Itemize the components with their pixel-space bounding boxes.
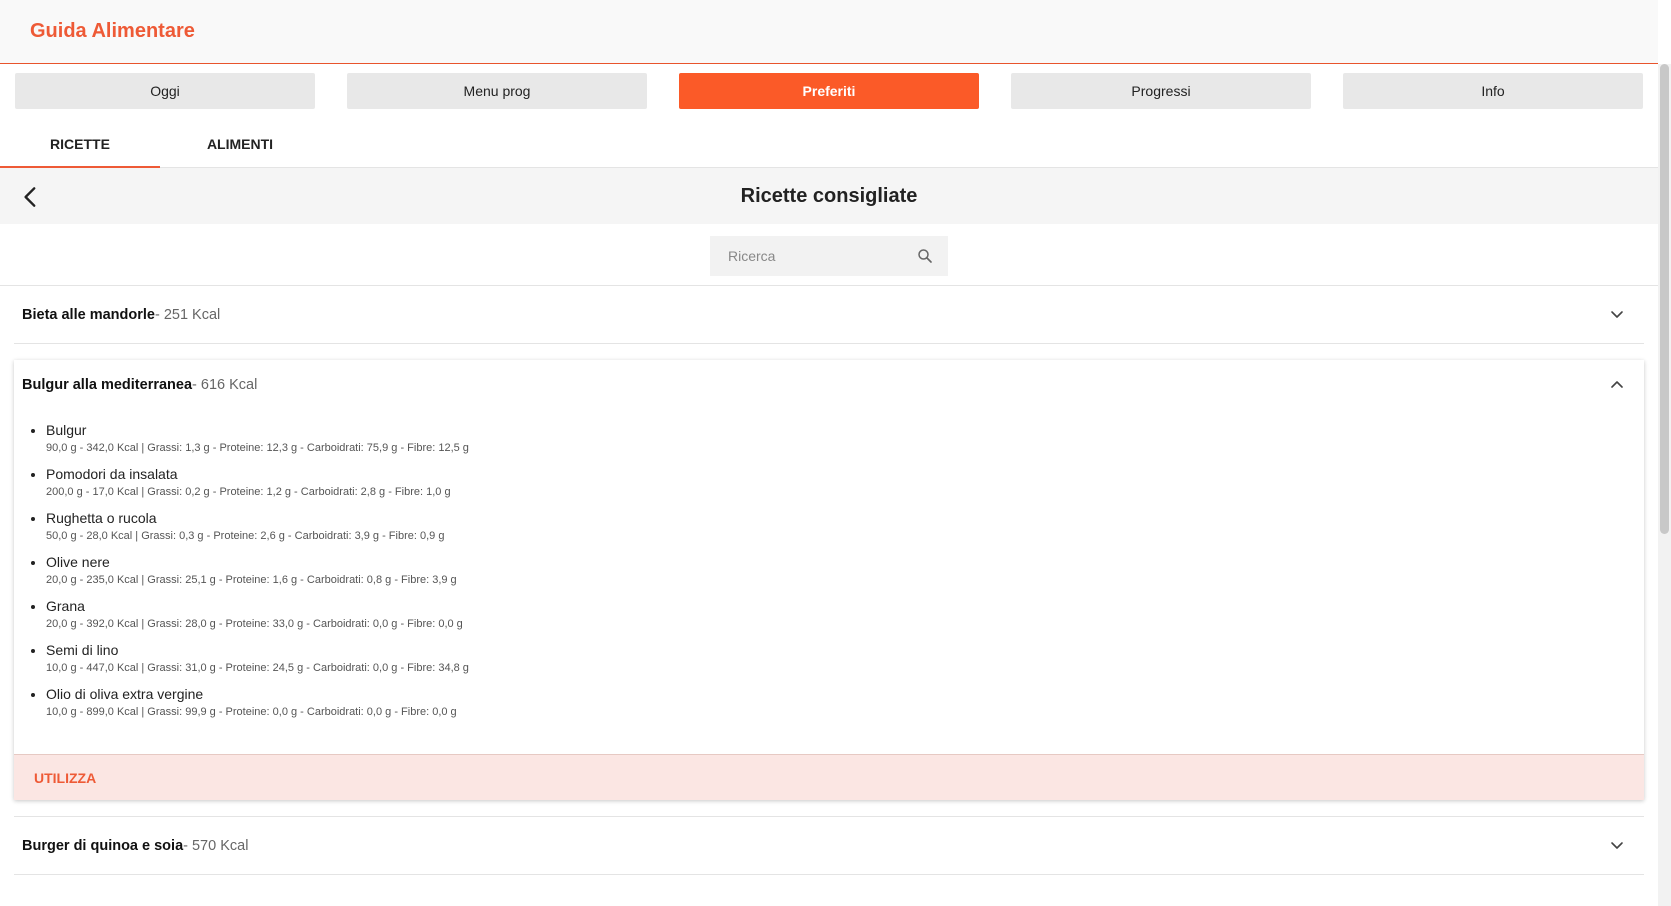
ingredient-detail: 20,0 g - 235,0 Kcal | Grassi: 25,1 g - P… bbox=[46, 574, 457, 586]
recipe-kcal: - 570 Kcal bbox=[183, 837, 249, 854]
ingredient-item: Grana 20,0 g - 392,0 Kcal | Grassi: 28,0… bbox=[46, 596, 1644, 632]
ingredient-name: Olive nere bbox=[46, 554, 110, 570]
recipe-list: Bieta alle mandorle - 251 Kcal Bulgur al… bbox=[0, 286, 1658, 875]
tab-bar: RICETTE ALIMENTI bbox=[0, 120, 1658, 168]
ingredient-name: Olio di oliva extra vergine bbox=[46, 686, 204, 702]
search-section bbox=[0, 224, 1658, 286]
scrollbar-thumb[interactable] bbox=[1660, 64, 1669, 534]
recipe-name: Bieta alle mandorle bbox=[22, 306, 155, 323]
ingredient-detail: 10,0 g - 899,0 Kcal | Grassi: 99,9 g - P… bbox=[46, 706, 457, 718]
ingredient-section: Bulgur 90,0 g - 342,0 Kcal | Grassi: 1,3… bbox=[14, 410, 1644, 754]
search-box bbox=[710, 236, 948, 276]
scrollbar[interactable] bbox=[1658, 64, 1671, 906]
recipe-name: Bulgur alla mediterranea bbox=[22, 377, 193, 393]
ingredient-name: Semi di lino bbox=[46, 642, 119, 658]
main-nav: Oggi Menu prog Preferiti Progressi Info bbox=[0, 64, 1658, 113]
ingredient-list: Bulgur 90,0 g - 342,0 Kcal | Grassi: 1,3… bbox=[14, 420, 1644, 720]
page-header: Ricette consigliate bbox=[0, 168, 1658, 224]
recipe-item[interactable]: Burger di quinoa e soia - 570 Kcal bbox=[14, 816, 1644, 875]
tab-ricette[interactable]: RICETTE bbox=[0, 120, 160, 168]
recipe-item[interactable]: Bieta alle mandorle - 251 Kcal bbox=[14, 286, 1644, 344]
use-recipe-button[interactable]: UTILIZZA bbox=[34, 770, 96, 786]
ingredient-item: Bulgur 90,0 g - 342,0 Kcal | Grassi: 1,3… bbox=[46, 420, 1644, 456]
recipe-item[interactable]: Bulgur alla mediterranea - 616 Kcal bbox=[14, 360, 1644, 410]
ingredient-detail: 10,0 g - 447,0 Kcal | Grassi: 31,0 g - P… bbox=[46, 662, 469, 674]
page-title: Ricette consigliate bbox=[740, 184, 918, 207]
nav-preferiti-button[interactable]: Preferiti bbox=[679, 73, 979, 109]
ingredient-item: Pomodori da insalata 200,0 g - 17,0 Kcal… bbox=[46, 464, 1644, 500]
ingredient-detail: 90,0 g - 342,0 Kcal | Grassi: 1,3 g - Pr… bbox=[46, 442, 469, 454]
ingredient-name: Bulgur bbox=[46, 422, 87, 438]
chevron-up-icon[interactable] bbox=[1610, 379, 1624, 391]
chevron-down-icon[interactable] bbox=[1610, 840, 1624, 852]
recipe-name: Burger di quinoa e soia bbox=[22, 837, 184, 854]
ingredient-item: Rughetta o rucola 50,0 g - 28,0 Kcal | G… bbox=[46, 508, 1644, 544]
ingredient-item: Semi di lino 10,0 g - 447,0 Kcal | Grass… bbox=[46, 640, 1644, 676]
app: Guida Alimentare Oggi Menu prog Preferit… bbox=[0, 0, 1658, 906]
chevron-down-icon[interactable] bbox=[1610, 309, 1624, 321]
ingredient-name: Rughetta o rucola bbox=[46, 510, 157, 526]
card-actions: UTILIZZA bbox=[14, 754, 1644, 800]
search-icon[interactable] bbox=[916, 247, 934, 265]
ingredient-name: Grana bbox=[46, 598, 85, 614]
nav-oggi-button[interactable]: Oggi bbox=[15, 73, 315, 109]
ingredient-detail: 50,0 g - 28,0 Kcal | Grassi: 0,3 g - Pro… bbox=[46, 530, 445, 542]
ingredient-name: Pomodori da insalata bbox=[46, 466, 178, 482]
nav-info-button[interactable]: Info bbox=[1343, 73, 1643, 109]
nav-menu-prog-button[interactable]: Menu prog bbox=[347, 73, 647, 109]
recipe-kcal: - 616 Kcal bbox=[192, 377, 258, 393]
ingredient-item: Olio di oliva extra vergine 10,0 g - 899… bbox=[46, 684, 1644, 720]
ingredient-item: Olive nere 20,0 g - 235,0 Kcal | Grassi:… bbox=[46, 552, 1644, 588]
nav-progressi-button[interactable]: Progressi bbox=[1011, 73, 1311, 109]
chevron-left-icon[interactable] bbox=[18, 184, 44, 210]
tab-alimenti[interactable]: ALIMENTI bbox=[160, 120, 320, 167]
recipe-card-expanded: Bulgur alla mediterranea - 616 Kcal Bulg… bbox=[14, 360, 1644, 800]
search-input[interactable] bbox=[726, 247, 916, 265]
ingredient-detail: 200,0 g - 17,0 Kcal | Grassi: 0,2 g - Pr… bbox=[46, 486, 451, 498]
ingredient-detail: 20,0 g - 392,0 Kcal | Grassi: 28,0 g - P… bbox=[46, 618, 463, 630]
app-bar: Guida Alimentare bbox=[0, 0, 1658, 64]
app-title: Guida Alimentare bbox=[30, 20, 195, 42]
recipe-kcal: - 251 Kcal bbox=[154, 306, 221, 323]
